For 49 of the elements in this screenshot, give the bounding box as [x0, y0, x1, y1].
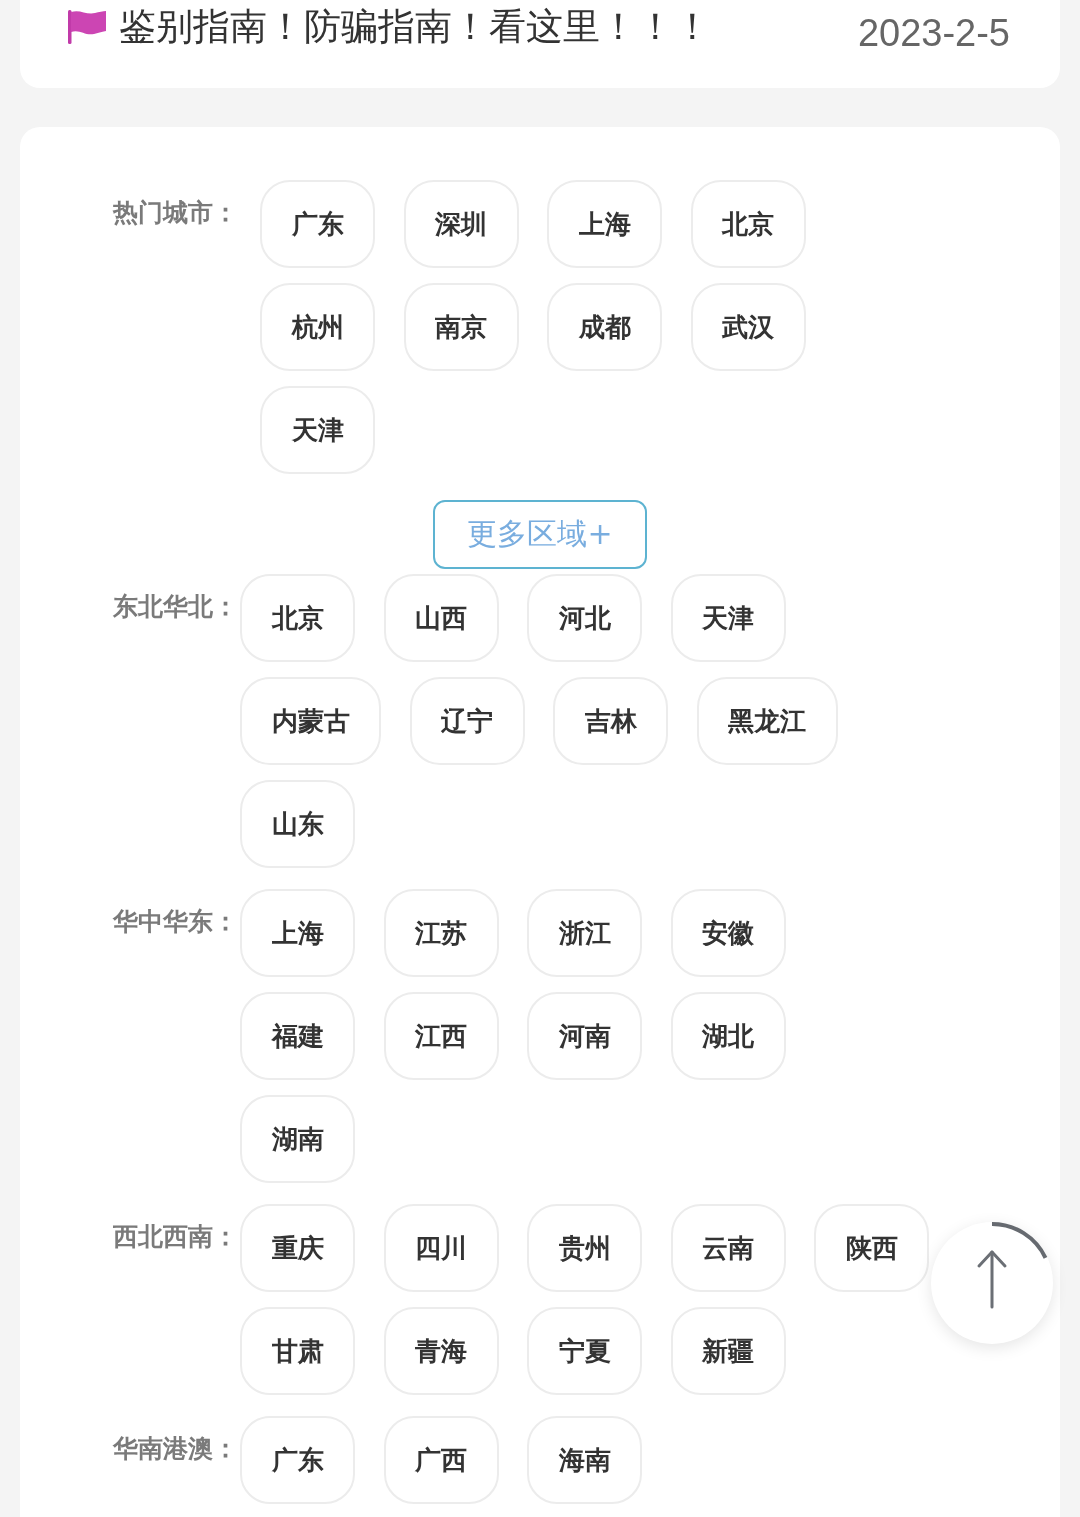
progress-ring-icon — [991, 1222, 1048, 1259]
city-chip[interactable]: 河南 — [527, 992, 642, 1080]
city-chip[interactable]: 山东 — [240, 780, 355, 868]
city-chip[interactable]: 杭州 — [260, 283, 375, 371]
section-label: 华南港澳： — [113, 1434, 239, 1464]
section-label: 东北华北： — [113, 592, 239, 622]
city-chip[interactable]: 成都 — [547, 283, 662, 371]
city-chip[interactable]: 北京 — [690, 180, 806, 268]
city-chip[interactable]: 黑龙江 — [696, 677, 838, 765]
section-label: 热门城市： — [113, 198, 239, 228]
city-chip[interactable]: 江苏 — [383, 889, 499, 977]
city-chip[interactable]: 广东 — [260, 180, 375, 268]
city-chip[interactable]: 北京 — [240, 574, 355, 662]
city-chip[interactable]: 浙江 — [527, 889, 642, 977]
city-chip[interactable]: 深圳 — [403, 180, 519, 268]
city-chip[interactable]: 上海 — [547, 180, 662, 268]
city-chip[interactable]: 安徽 — [670, 889, 786, 977]
city-chip[interactable]: 贵州 — [527, 1204, 642, 1292]
notice-date: 2023-2-5 — [857, 11, 1010, 55]
arrow-up-icon — [977, 1250, 1007, 1309]
city-chip[interactable]: 南京 — [403, 283, 519, 371]
city-chip[interactable]: 海南 — [527, 1416, 642, 1504]
city-chip[interactable]: 重庆 — [240, 1204, 355, 1292]
city-chip[interactable]: 辽宁 — [409, 677, 525, 765]
city-chip[interactable]: 河北 — [527, 574, 642, 662]
city-chip[interactable]: 广东 — [240, 1416, 355, 1504]
city-chip[interactable]: 吉林 — [553, 677, 668, 765]
city-chip[interactable]: 内蒙古 — [240, 677, 381, 765]
city-chip[interactable]: 甘肃 — [240, 1307, 355, 1395]
city-chip[interactable]: 云南 — [670, 1204, 786, 1292]
city-chip[interactable]: 天津 — [260, 386, 375, 474]
city-chip[interactable]: 陕西 — [814, 1204, 929, 1292]
city-chip[interactable]: 湖南 — [240, 1095, 355, 1183]
city-chip[interactable]: 青海 — [383, 1307, 499, 1395]
flag-icon — [68, 10, 106, 44]
city-chip[interactable]: 天津 — [670, 574, 786, 662]
city-chip[interactable]: 宁夏 — [527, 1307, 642, 1395]
city-chip[interactable]: 武汉 — [690, 283, 806, 371]
city-chip[interactable]: 江西 — [383, 992, 499, 1080]
city-chip[interactable]: 广西 — [383, 1416, 499, 1504]
notice-title: 鉴别指南！防骗指南！看这里！！！ — [119, 5, 711, 49]
city-chip[interactable]: 上海 — [240, 889, 355, 977]
section-label: 华中华东： — [113, 907, 239, 937]
city-chip[interactable]: 福建 — [240, 992, 355, 1080]
city-chip[interactable]: 新疆 — [670, 1307, 786, 1395]
city-chip[interactable]: 山西 — [383, 574, 499, 662]
city-chip[interactable]: 四川 — [383, 1204, 499, 1292]
city-chip[interactable]: 湖北 — [670, 992, 786, 1080]
section-label: 西北西南： — [113, 1222, 239, 1252]
